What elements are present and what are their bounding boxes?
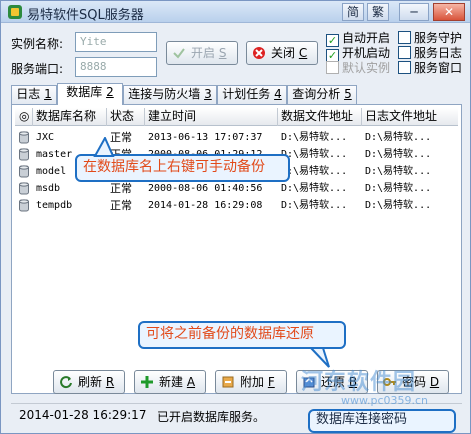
cell-log-path: D:\易特软... [365,200,432,211]
cell-data-path: D:\易特软... [281,200,348,211]
cell-data-path: D:\易特软... [281,149,348,160]
status-message: 已开启数据库服务。 [157,410,266,424]
database-icon [19,165,29,178]
database-icon [19,148,29,161]
start-hotkey: S [218,46,227,60]
stop-hotkey: C [298,46,308,60]
attach-database-button[interactable]: 附加 F [215,370,287,394]
title-bar[interactable]: 易特软件SQL服务器 简 繁 ─ ✕ [1,1,470,23]
database-icon [19,131,29,144]
auto-start-checkbox[interactable]: ✓ 自动开启 [326,31,390,47]
checkbox-box [398,31,411,44]
cell-created: 2013-06-13 17:07:37 [148,132,263,143]
column-header-log-path[interactable]: 日志文件地址 [362,108,458,126]
checkbox-label: 开机启动 [342,46,391,60]
simplified-chinese-button[interactable]: 简 [342,3,364,21]
checkbox-label: 默认实例 [342,61,391,75]
column-header-data-path[interactable]: 数据文件地址 [278,108,362,126]
start-service-button[interactable]: 开启 S [166,41,238,65]
cell-log-path: D:\易特软... [365,149,432,160]
cell-log-path: D:\易特软... [365,183,432,194]
table-row[interactable]: JXC 正常 2013-06-13 17:07:37 D:\易特软... D:\易特软.… [15,129,458,146]
instance-name-label: 实例名称: [11,37,64,51]
attach-icon [222,376,234,388]
column-header-name[interactable]: 数据库名称 [33,108,107,126]
start-button-label: 开启 [191,46,216,60]
start-on-boot-checkbox[interactable]: ✓ 开机启动 [326,46,390,62]
cell-created: 2000-08-06 01:40:56 [148,183,263,194]
traditional-chinese-button[interactable]: 繁 [367,3,389,21]
stop-service-button[interactable]: 关闭 C [246,41,318,65]
cell-log-path: D:\易特软... [365,132,432,143]
checkbox-label: 服务日志 [414,46,463,60]
cell-data-path: D:\易特软... [281,132,348,143]
cell-status: 正常 [110,182,132,195]
service-port-input[interactable]: 8888 [75,57,157,77]
callout-pointer-top [93,137,115,157]
close-window-button[interactable]: ✕ [433,3,465,21]
callout-pointer-mid [309,347,330,368]
app-window: 易特软件SQL服务器 简 繁 ─ ✕ 实例名称: Yite 服务端口: 8888… [0,0,471,434]
cell-status: 正常 [110,199,132,212]
cell-data-path: D:\易特软... [281,166,348,177]
checkbox-label: 自动开启 [342,31,391,45]
checkbox-label: 服务守护 [414,31,463,45]
database-panel: ◎ 数据库名称 状态 建立时间 数据文件地址 日志文件地址 JXC 正常 2013-… [11,104,462,394]
database-icon [19,199,29,212]
column-header-created[interactable]: 建立时间 [145,108,278,126]
annotation-backup-hint: 在数据库名上右键可手动备份 [75,154,290,182]
table-header: ◎ 数据库名称 状态 建立时间 数据文件地址 日志文件地址 [15,108,458,126]
tab-scheduled-tasks[interactable]: 计划任务 4 [217,85,287,104]
table-row[interactable]: tempdb 正常 2014-01-28 16:29:08 D:\易特软... D:\易… [15,197,458,214]
checkbox-label: 服务窗口 [414,61,463,75]
cell-name: msdb [36,183,61,194]
new-database-button[interactable]: 新建 A [134,370,206,394]
default-instance-checkbox: 默认实例 [326,61,390,75]
refresh-icon [60,376,72,389]
cell-name: tempdb [36,200,73,211]
service-port-label: 服务端口: [11,62,64,76]
annotation-restore-hint: 可将之前备份的数据库还原 [138,321,346,349]
select-column-header[interactable]: ◎ [15,108,33,126]
status-timestamp: 2014-01-28 16:29:17 [19,408,147,422]
minimize-button[interactable]: ─ [399,3,429,21]
table-row[interactable]: msdb 正常 2000-08-06 01:40:56 D:\易特软... D:\易特软… [15,180,458,197]
checkbox-box [398,46,411,59]
checkbox-box [398,61,411,74]
plus-icon [141,376,153,388]
service-guard-checkbox[interactable]: 服务守护 [398,31,462,45]
tab-query-analysis[interactable]: 查询分析 5 [287,85,357,104]
checkbox-box [326,61,339,74]
refresh-button[interactable]: 刷新 R [53,370,125,394]
service-log-checkbox[interactable]: 服务日志 [398,46,462,60]
stop-button-label: 关闭 [271,46,296,60]
instance-name-input[interactable]: Yite [75,32,157,52]
cell-created: 2014-01-28 16:29:08 [148,200,263,211]
database-icon [19,182,29,195]
window-title: 易特软件SQL服务器 [27,8,144,23]
tab-database[interactable]: 数据库 2 [57,83,123,105]
watermark-url: www.pc0359.cn [341,394,429,407]
annotation-password-hint: 数据库连接密码 [308,409,456,433]
tab-connection-firewall[interactable]: 连接与防火墙 3 [123,85,217,104]
cell-data-path: D:\易特软... [281,183,348,194]
cell-log-path: D:\易特软... [365,166,432,177]
tab-log[interactable]: 日志 1 [11,85,57,104]
stop-icon [253,47,265,59]
app-logo-icon [8,5,22,19]
service-window-checkbox[interactable]: 服务窗口 [398,61,462,75]
start-check-icon [173,48,185,59]
column-header-status[interactable]: 状态 [107,108,145,126]
